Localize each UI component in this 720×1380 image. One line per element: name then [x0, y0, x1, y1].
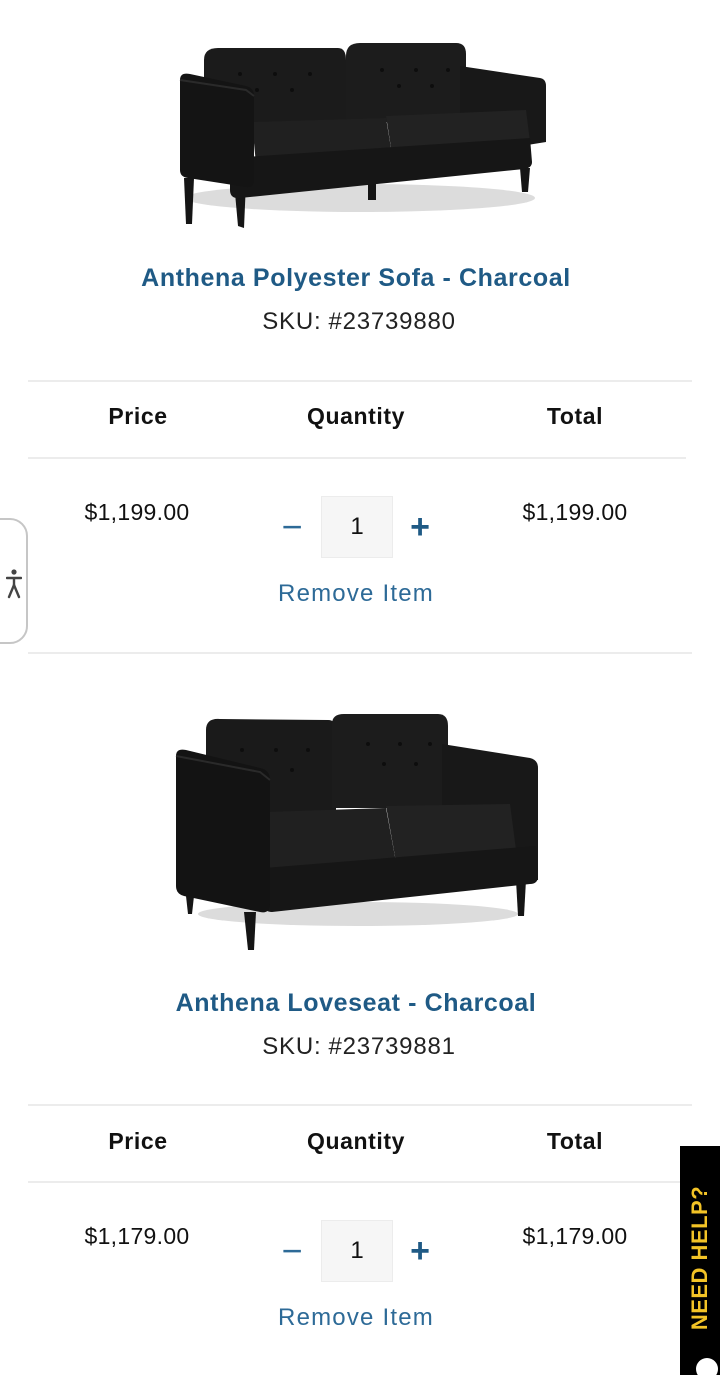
decrease-quantity-button[interactable]: − [270, 1220, 314, 1282]
product-sku: SKU: #23739880 [0, 308, 718, 336]
divider [28, 457, 686, 459]
sofa-image[interactable] [160, 30, 560, 270]
decrease-quantity-button[interactable]: − [270, 496, 314, 558]
sku-value: #23739881 [328, 1033, 456, 1060]
quantity-header: Quantity [306, 403, 406, 429]
chat-icon [696, 1358, 718, 1380]
sku-label: SKU: [262, 308, 322, 335]
remove-item-link[interactable]: Remove Item [0, 1304, 712, 1332]
quantity-input[interactable] [321, 496, 393, 558]
sku-label: SKU: [262, 1033, 322, 1060]
total-header: Total [546, 1128, 604, 1154]
accessibility-icon [6, 569, 22, 599]
divider [28, 1181, 686, 1183]
price-value: $1,179.00 [84, 1223, 190, 1249]
product-name-link[interactable]: Anthena Loveseat - Charcoal [0, 989, 712, 1018]
table-header: Price Quantity Total [28, 1128, 686, 1168]
increase-quantity-button[interactable]: + [398, 1220, 442, 1282]
divider [28, 380, 692, 382]
product-sku: SKU: #23739881 [0, 1033, 718, 1061]
quantity-stepper: − + [270, 1220, 442, 1284]
loveseat-image[interactable] [160, 700, 560, 960]
total-header: Total [546, 403, 604, 429]
increase-quantity-button[interactable]: + [398, 496, 442, 558]
sku-value: #23739880 [328, 308, 456, 335]
quantity-stepper: − + [270, 496, 442, 560]
price-value: $1,199.00 [84, 499, 190, 525]
divider [28, 1104, 692, 1106]
quantity-header: Quantity [306, 1128, 406, 1154]
product-name-link[interactable]: Anthena Polyester Sofa - Charcoal [0, 264, 712, 293]
accessibility-button[interactable] [0, 518, 28, 644]
total-value: $1,179.00 [522, 1223, 628, 1249]
need-help-button[interactable]: NEED HELP? [680, 1146, 720, 1380]
quantity-input[interactable] [321, 1220, 393, 1282]
divider [28, 652, 692, 654]
total-value: $1,199.00 [522, 499, 628, 525]
remove-item-link[interactable]: Remove Item [0, 580, 712, 608]
table-header: Price Quantity Total [28, 403, 686, 443]
price-header: Price [108, 403, 168, 429]
price-header: Price [108, 1128, 168, 1154]
need-help-label: NEED HELP? [687, 1185, 712, 1331]
